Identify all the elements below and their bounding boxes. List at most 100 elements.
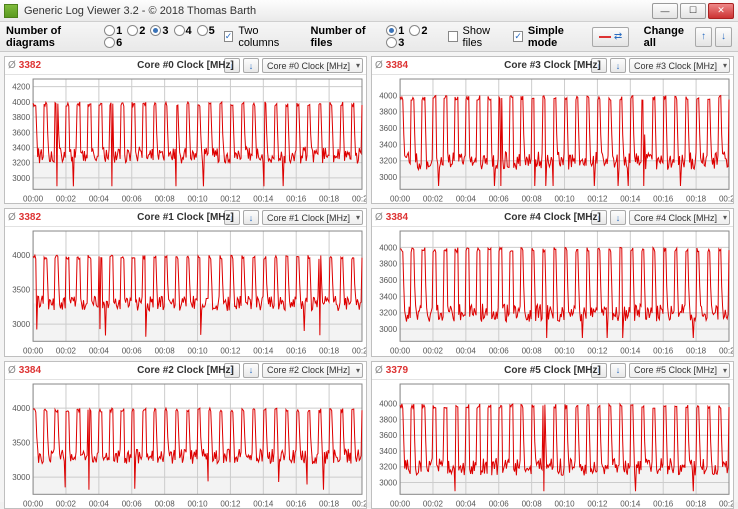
two-columns-checkbox[interactable]: ✓ (224, 31, 234, 42)
svg-text:00:20: 00:20 (352, 347, 366, 356)
maximize-button[interactable]: ☐ (680, 3, 706, 19)
pane-down-button[interactable]: ↓ (243, 210, 259, 225)
diagrams-radio-label-6: 6 (116, 37, 122, 49)
diagrams-radio-5[interactable] (197, 25, 208, 36)
series-select[interactable]: Core #0 Clock [MHz] (262, 58, 363, 73)
svg-text:4000: 4000 (12, 251, 30, 260)
pane-info-button[interactable]: i (224, 58, 240, 73)
plot-area[interactable]: 30003500400000:0000:0200:0400:0600:0800:… (5, 380, 366, 508)
plot-area[interactable]: 300032003400360038004000420000:0000:0200… (5, 75, 366, 203)
svg-text:00:04: 00:04 (89, 347, 110, 356)
files-radio-2[interactable] (409, 25, 420, 36)
plot-area[interactable]: 30003200340036003800400000:0000:0200:040… (372, 75, 733, 203)
arrow-up-icon: ↑ (701, 31, 706, 42)
svg-text:3600: 3600 (379, 431, 397, 440)
chart-pane-c4: Ø 3384 Core #4 Clock [MHz] i ↓ Core #4 C… (371, 208, 734, 356)
pane-down-button[interactable]: ↓ (610, 363, 626, 378)
pane-down-button[interactable]: ↓ (610, 210, 626, 225)
svg-text:00:02: 00:02 (423, 499, 444, 508)
pane-info-button[interactable]: i (224, 363, 240, 378)
diagrams-radio-4[interactable] (174, 25, 185, 36)
average-value: 3382 (19, 60, 41, 71)
swap-arrows-icon: ⇄ (614, 31, 622, 42)
series-select[interactable]: Core #4 Clock [MHz] (629, 210, 730, 225)
svg-text:00:16: 00:16 (286, 194, 307, 203)
svg-text:00:02: 00:02 (423, 347, 444, 356)
show-files-checkbox[interactable] (448, 31, 458, 42)
pane-down-button[interactable]: ↓ (243, 58, 259, 73)
average-symbol: Ø (375, 365, 383, 376)
svg-text:3800: 3800 (12, 113, 30, 122)
svg-text:00:10: 00:10 (188, 194, 209, 203)
minimize-button[interactable]: — (652, 3, 678, 19)
diagrams-radio-1[interactable] (104, 25, 115, 36)
pane-info-button[interactable]: i (591, 58, 607, 73)
pane-down-button[interactable]: ↓ (610, 58, 626, 73)
info-icon: i (231, 365, 233, 375)
svg-text:3000: 3000 (12, 473, 30, 482)
svg-text:4000: 4000 (379, 244, 397, 253)
svg-text:00:12: 00:12 (587, 347, 608, 356)
svg-text:3400: 3400 (379, 140, 397, 149)
svg-text:3000: 3000 (12, 320, 30, 329)
average-value: 3384 (19, 365, 41, 376)
svg-text:3400: 3400 (12, 143, 30, 152)
svg-text:4000: 4000 (379, 91, 397, 100)
change-all-down-button[interactable]: ↓ (715, 27, 732, 47)
svg-text:00:20: 00:20 (719, 194, 733, 203)
series-select-label: Core #1 Clock [MHz] (267, 213, 350, 223)
window-title: Generic Log Viewer 3.2 - © 2018 Thomas B… (24, 5, 650, 17)
svg-text:00:16: 00:16 (653, 347, 674, 356)
svg-text:3500: 3500 (12, 286, 30, 295)
svg-text:3000: 3000 (379, 478, 397, 487)
average-symbol: Ø (8, 60, 16, 71)
plot-area[interactable]: 30003200340036003800400000:0000:0200:040… (372, 227, 733, 355)
svg-text:00:18: 00:18 (686, 194, 707, 203)
close-button[interactable]: ✕ (708, 3, 734, 19)
pane-info-button[interactable]: i (224, 210, 240, 225)
svg-text:00:16: 00:16 (653, 194, 674, 203)
show-files-label: Show files (463, 25, 505, 49)
svg-text:00:14: 00:14 (253, 499, 274, 508)
simple-mode-checkbox[interactable]: ✓ (513, 31, 523, 42)
arrow-down-icon: ↓ (721, 31, 726, 42)
average-value: 3384 (386, 212, 408, 223)
svg-text:00:08: 00:08 (155, 194, 176, 203)
files-radio-1[interactable] (386, 25, 397, 36)
svg-text:3800: 3800 (379, 260, 397, 269)
svg-text:00:14: 00:14 (620, 499, 641, 508)
diagrams-radio-6[interactable] (104, 37, 115, 48)
series-select[interactable]: Core #3 Clock [MHz] (629, 58, 730, 73)
files-radio-3[interactable] (386, 37, 397, 48)
series-select[interactable]: Core #1 Clock [MHz] (262, 210, 363, 225)
svg-text:00:02: 00:02 (56, 499, 77, 508)
pane-down-button[interactable]: ↓ (243, 363, 259, 378)
svg-text:00:14: 00:14 (620, 347, 641, 356)
series-select-label: Core #3 Clock [MHz] (634, 61, 717, 71)
svg-text:00:02: 00:02 (56, 194, 77, 203)
svg-text:00:10: 00:10 (555, 347, 576, 356)
svg-text:00:08: 00:08 (522, 499, 543, 508)
series-select[interactable]: Core #5 Clock [MHz] (629, 363, 730, 378)
svg-text:4200: 4200 (12, 83, 30, 92)
svg-text:00:14: 00:14 (253, 194, 274, 203)
svg-text:00:12: 00:12 (220, 347, 241, 356)
plot-area[interactable]: 30003500400000:0000:0200:0400:0600:0800:… (5, 227, 366, 355)
swap-colors-button[interactable]: ⇄ (592, 27, 629, 47)
info-icon: i (598, 213, 600, 223)
svg-text:3000: 3000 (12, 174, 30, 183)
svg-text:00:06: 00:06 (122, 499, 143, 508)
pane-info-button[interactable]: i (591, 363, 607, 378)
svg-text:00:20: 00:20 (352, 194, 366, 203)
svg-text:00:06: 00:06 (122, 194, 143, 203)
pane-info-button[interactable]: i (591, 210, 607, 225)
series-select[interactable]: Core #2 Clock [MHz] (262, 363, 363, 378)
arrow-down-icon: ↓ (616, 365, 621, 375)
svg-text:3000: 3000 (379, 173, 397, 182)
diagrams-radio-2[interactable] (127, 25, 138, 36)
change-all-up-button[interactable]: ↑ (695, 27, 712, 47)
pane-header: Ø 3384 Core #3 Clock [MHz] i ↓ Core #3 C… (372, 57, 733, 75)
svg-text:00:20: 00:20 (719, 499, 733, 508)
plot-area[interactable]: 30003200340036003800400000:0000:0200:040… (372, 380, 733, 508)
diagrams-radio-3[interactable] (150, 25, 161, 36)
